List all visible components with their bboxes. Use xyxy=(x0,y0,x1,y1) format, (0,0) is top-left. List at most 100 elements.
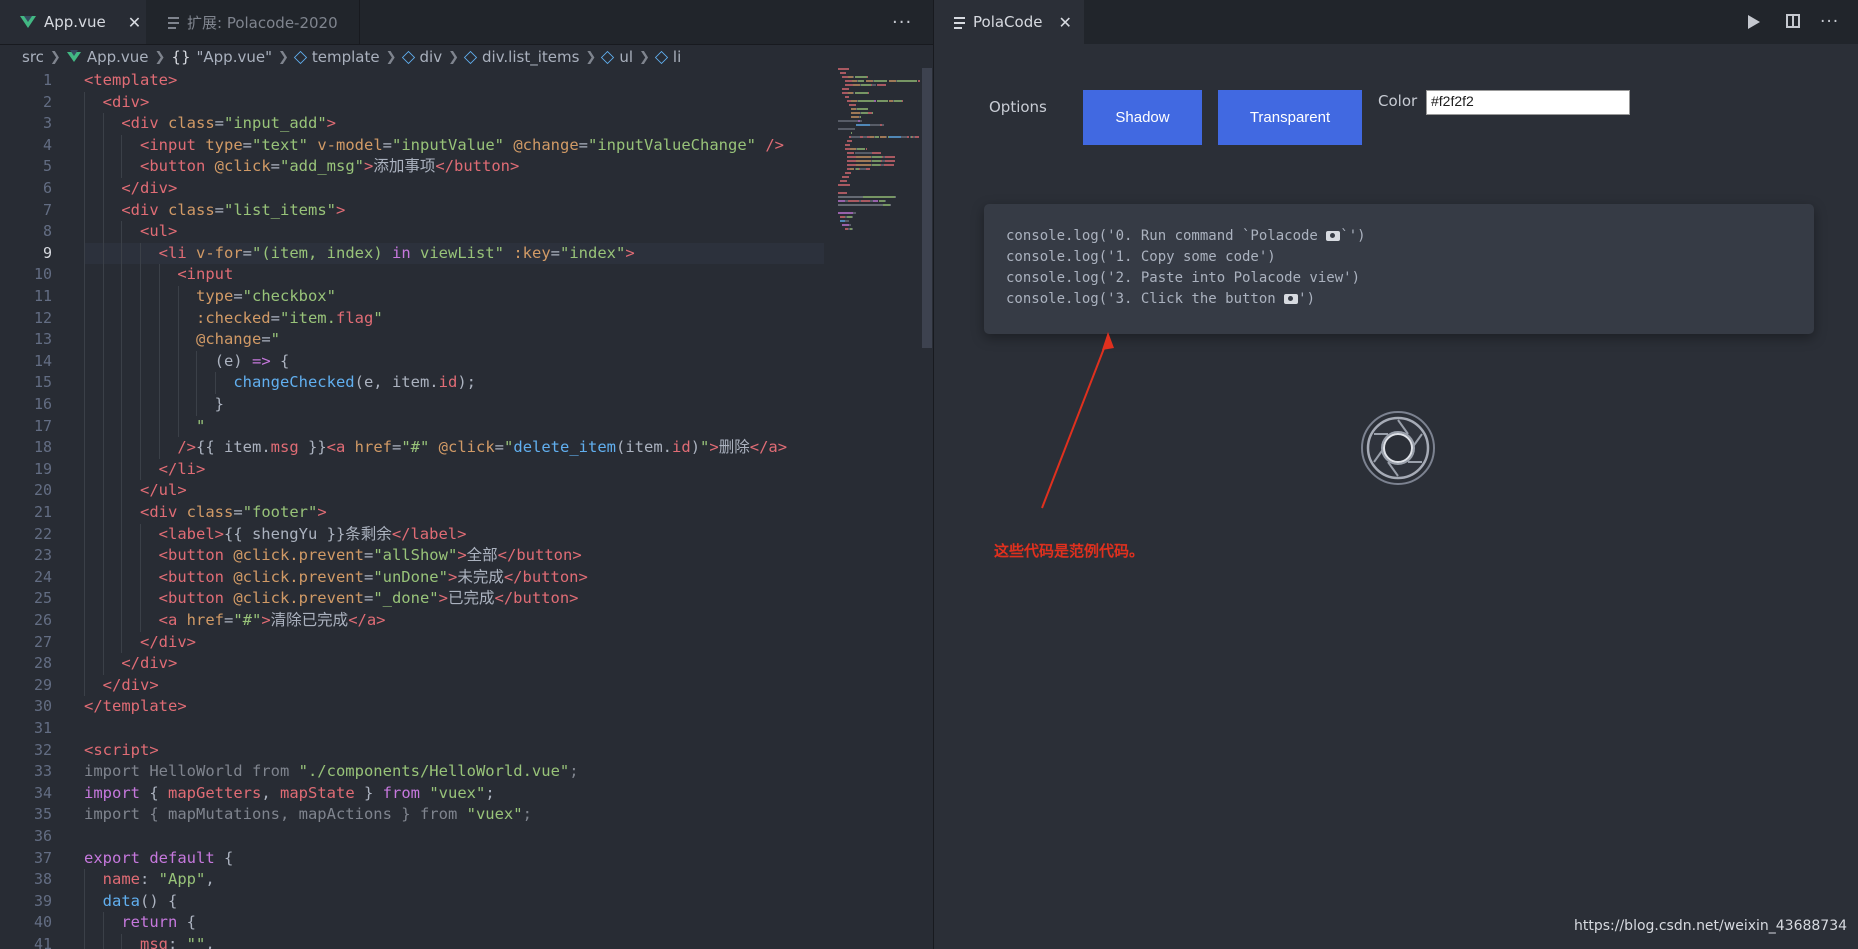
code-line[interactable]: 3 <div class="input_add"> xyxy=(0,113,830,135)
code-line[interactable]: 40 return { xyxy=(0,912,830,934)
code-line[interactable]: 27 </div> xyxy=(0,632,830,654)
indent-guide xyxy=(140,566,142,589)
indent-guide xyxy=(121,502,123,524)
code-line[interactable]: 41 msg: "", xyxy=(0,934,830,949)
code-line[interactable]: 39 data() { xyxy=(0,891,830,913)
indent-guide xyxy=(102,934,104,949)
code-line[interactable]: 15 changeChecked(e, item.id); xyxy=(0,372,830,394)
code-line[interactable]: 30 </template> xyxy=(0,696,830,718)
transparent-button[interactable]: Transparent xyxy=(1218,90,1362,145)
line-number: 2 xyxy=(42,92,52,111)
code-line[interactable]: 6 </div> xyxy=(0,178,830,200)
minimap-mark xyxy=(852,216,854,218)
minimap-mark xyxy=(846,152,855,154)
breadcrumb-item-list-items[interactable]: div.list_items xyxy=(482,48,579,66)
indent-guide xyxy=(177,350,179,373)
split-editor-icon[interactable] xyxy=(1786,14,1800,28)
close-icon[interactable]: ✕ xyxy=(1058,13,1071,32)
tab-polacode-extension[interactable]: 扩展: Polacode-2020 xyxy=(146,0,360,44)
code-line[interactable]: 18 />{{ item.msg }}<a href="#" @click="d… xyxy=(0,437,830,459)
camera-shutter-icon[interactable] xyxy=(1360,410,1436,486)
code-line[interactable]: 5 <button @click="add_msg">添加事项</button> xyxy=(0,156,830,178)
code-line[interactable]: 34 import { mapGetters, mapState } from "… xyxy=(0,783,830,805)
watermark: https://blog.csdn.net/weixin_43688734 xyxy=(1574,918,1848,934)
code-line[interactable]: 19 </li> xyxy=(0,459,830,481)
code-text: @change=" xyxy=(195,330,280,349)
code-line[interactable]: 22 <label>{{ shengYu }}条剩余</label> xyxy=(0,524,830,546)
code-line[interactable]: 32 <script> xyxy=(0,740,830,762)
code-text: <a href="#">清除已完成</a> xyxy=(158,611,386,629)
more-actions-icon[interactable]: ··· xyxy=(892,12,912,33)
code-line[interactable]: 16 } xyxy=(0,394,830,416)
indent-guide xyxy=(84,890,85,913)
code-line[interactable]: 37 export default { xyxy=(0,848,830,870)
code-line[interactable]: 28 </div> xyxy=(0,653,830,675)
polacode-pane: PolaCode ✕ ··· Options Shadow Transparen… xyxy=(934,0,1858,949)
code-line[interactable]: 4 <input type="text" v-model="inputValue… xyxy=(0,135,830,157)
indent-guide xyxy=(121,934,123,949)
close-icon[interactable]: ✕ xyxy=(128,13,141,32)
indent-guide xyxy=(158,372,160,394)
minimap-mark xyxy=(857,80,865,82)
editor-scrollbar[interactable] xyxy=(922,68,932,348)
breadcrumb-item-file[interactable]: App.vue xyxy=(87,48,149,66)
shadow-button[interactable]: Shadow xyxy=(1083,90,1202,145)
code-line[interactable]: 38 name: "App", xyxy=(0,869,830,891)
tab-polacode[interactable]: PolaCode ✕ xyxy=(934,0,1084,44)
minimap-mark xyxy=(861,200,870,202)
code-line[interactable]: 17 " xyxy=(0,416,830,438)
code-line[interactable]: 25 <button @click.prevent="_done">已完成</b… xyxy=(0,588,830,610)
indent-guide xyxy=(177,329,179,351)
code-line[interactable]: 31 xyxy=(0,718,830,740)
minimap-mark xyxy=(900,136,908,138)
code-line[interactable]: 26 <a href="#">清除已完成</a> xyxy=(0,610,830,632)
code-line[interactable]: 21 <div class="footer"> xyxy=(0,502,830,524)
line-number: 29 xyxy=(33,675,52,694)
code-line[interactable]: 14 (e) => { xyxy=(0,351,830,373)
code-line[interactable]: 8 <ul> xyxy=(0,221,830,243)
indent-guide xyxy=(84,869,85,891)
indent-guide xyxy=(102,523,104,546)
code-line[interactable]: 24 <button @click.prevent="unDone">未完成</… xyxy=(0,567,830,589)
code-line[interactable]: 9 <li v-for="(item, index) in viewList" … xyxy=(0,242,830,265)
line-number: 37 xyxy=(33,848,52,867)
preview-icon xyxy=(168,16,179,29)
color-input[interactable]: #f2f2f2 xyxy=(1426,90,1630,115)
breadcrumb-item-div[interactable]: div xyxy=(420,48,443,66)
minimap-mark xyxy=(846,140,853,142)
code-editor[interactable]: 1 <template> 2 <div> 3 <div class="input_ad… xyxy=(0,70,830,949)
code-line[interactable]: 13 @change=" xyxy=(0,329,830,351)
code-line[interactable]: 2 <div> xyxy=(0,92,830,114)
more-actions-icon[interactable]: ··· xyxy=(1820,12,1839,32)
breadcrumb-item-template[interactable]: template xyxy=(312,48,380,66)
code-line[interactable]: 20 </ul> xyxy=(0,480,830,502)
minimap-mark xyxy=(847,200,859,202)
code-line[interactable]: 33 import HelloWorld from "./components/H… xyxy=(0,761,830,783)
breadcrumb-item-li[interactable]: li xyxy=(673,48,681,66)
code-line[interactable]: 11 type="checkbox" xyxy=(0,286,830,308)
breadcrumb-item-src[interactable]: src xyxy=(22,48,44,66)
line-number: 19 xyxy=(33,459,52,478)
indent-guide xyxy=(158,286,160,308)
code-line[interactable]: 23 <button @click.prevent="allShow">全部</… xyxy=(0,545,830,567)
code-line[interactable]: 36 xyxy=(0,826,830,848)
run-icon[interactable] xyxy=(1748,15,1760,29)
code-line[interactable]: 7 <div class="list_items"> xyxy=(0,200,830,222)
tab-app-vue[interactable]: App.vue ✕ xyxy=(0,0,146,44)
breadcrumb-item-ul[interactable]: ul xyxy=(619,48,633,66)
line-number: 18 xyxy=(33,438,52,457)
minimap-mark xyxy=(844,80,853,82)
chevron-right-icon: ❯ xyxy=(277,49,289,65)
code-line[interactable]: 35 import { mapMutations, mapActions } fr… xyxy=(0,804,830,826)
breadcrumb-item-module[interactable]: "App.vue" xyxy=(197,48,272,66)
line-number: 21 xyxy=(33,503,52,521)
minimap-mark xyxy=(851,116,859,118)
code-text: </template> xyxy=(84,697,187,716)
code-line[interactable]: 12 :checked="item.flag" xyxy=(0,308,830,330)
minimap[interactable] xyxy=(838,68,921,268)
code-line[interactable]: 29 </div> xyxy=(0,675,830,697)
indent-guide xyxy=(84,178,85,200)
code-line[interactable]: 10 <input xyxy=(0,264,830,286)
code-line[interactable]: 1 <template> xyxy=(0,70,830,92)
indent-guide xyxy=(102,610,104,632)
